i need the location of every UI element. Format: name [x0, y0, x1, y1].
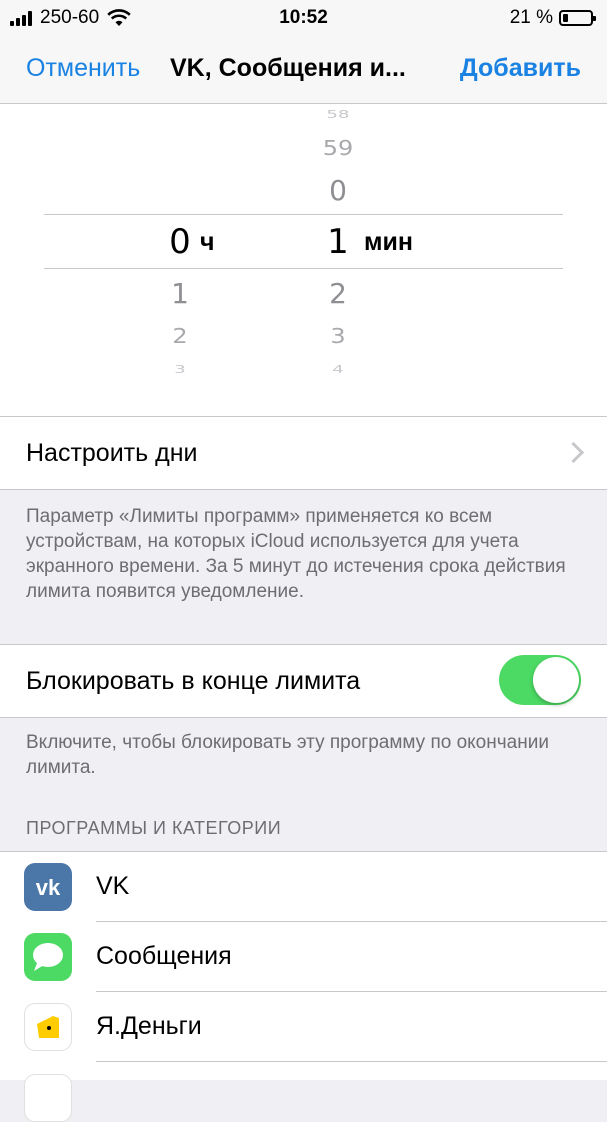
chevron-right-icon	[562, 441, 585, 464]
messages-icon	[24, 933, 72, 981]
configure-days-label: Настроить дни	[26, 439, 198, 467]
hours-option[interactable]: 3	[150, 363, 210, 376]
app-name: Я.Деньги	[96, 1012, 202, 1040]
status-bar: 250-60 10:52 21 %	[0, 0, 607, 34]
picker-selection-bottom-line	[44, 268, 563, 269]
list-item[interactable]: vk VK	[0, 852, 607, 922]
minutes-unit-label: мин	[364, 228, 413, 256]
hours-unit-label: ч	[200, 228, 215, 256]
app-name: VK	[96, 872, 130, 900]
minutes-option[interactable]: 2	[308, 277, 368, 310]
picker-selection-top-line	[44, 214, 563, 215]
block-at-limit-row: Блокировать в конце лимита	[0, 644, 607, 718]
vk-icon: vk	[24, 863, 72, 911]
battery-info: 21 %	[509, 7, 596, 29]
add-button[interactable]: Добавить	[460, 54, 581, 83]
limits-footer-note: Параметр «Лимиты программ» применяется к…	[26, 506, 566, 602]
svg-text:vk: vk	[36, 875, 61, 900]
battery-icon	[559, 10, 596, 26]
list-item[interactable]: Сообщения	[0, 922, 607, 992]
minutes-option[interactable]: 3	[308, 324, 368, 348]
minutes-option[interactable]: 0	[308, 174, 368, 207]
minutes-option[interactable]: 59	[308, 136, 368, 160]
list-item[interactable]	[0, 1062, 607, 1122]
configure-days-row[interactable]: Настроить дни	[0, 416, 607, 490]
minutes-selected-value: 1	[327, 222, 349, 262]
block-footer-note: Включите, чтобы блокировать эту программ…	[26, 732, 549, 778]
navigation-bar: Отменить VK, Сообщения и... Добавить	[0, 34, 607, 104]
list-item[interactable]: Я.Деньги	[0, 992, 607, 1062]
app-name: Сообщения	[96, 942, 232, 970]
app-icon	[24, 1074, 72, 1122]
hours-option[interactable]: 1	[150, 277, 210, 310]
toggle-knob	[533, 657, 579, 703]
block-at-limit-label: Блокировать в конце лимита	[26, 667, 361, 695]
battery-percent: 21 %	[509, 7, 553, 28]
hours-option[interactable]: 2	[150, 324, 210, 348]
time-picker[interactable]: 0 1 2 3 ч 58 59 0 1 2 3 4 мин	[0, 104, 607, 416]
minutes-option[interactable]: 4	[308, 363, 368, 376]
block-at-limit-toggle[interactable]	[499, 655, 581, 705]
page-title: VK, Сообщения и...	[170, 54, 406, 82]
minutes-option[interactable]: 58	[308, 108, 368, 121]
apps-section-header: ПРОГРАММЫ И КАТЕГОРИИ	[26, 818, 282, 838]
yandex-money-icon	[24, 1003, 72, 1051]
battery-level-fill	[563, 14, 568, 22]
cancel-button[interactable]: Отменить	[26, 54, 140, 83]
